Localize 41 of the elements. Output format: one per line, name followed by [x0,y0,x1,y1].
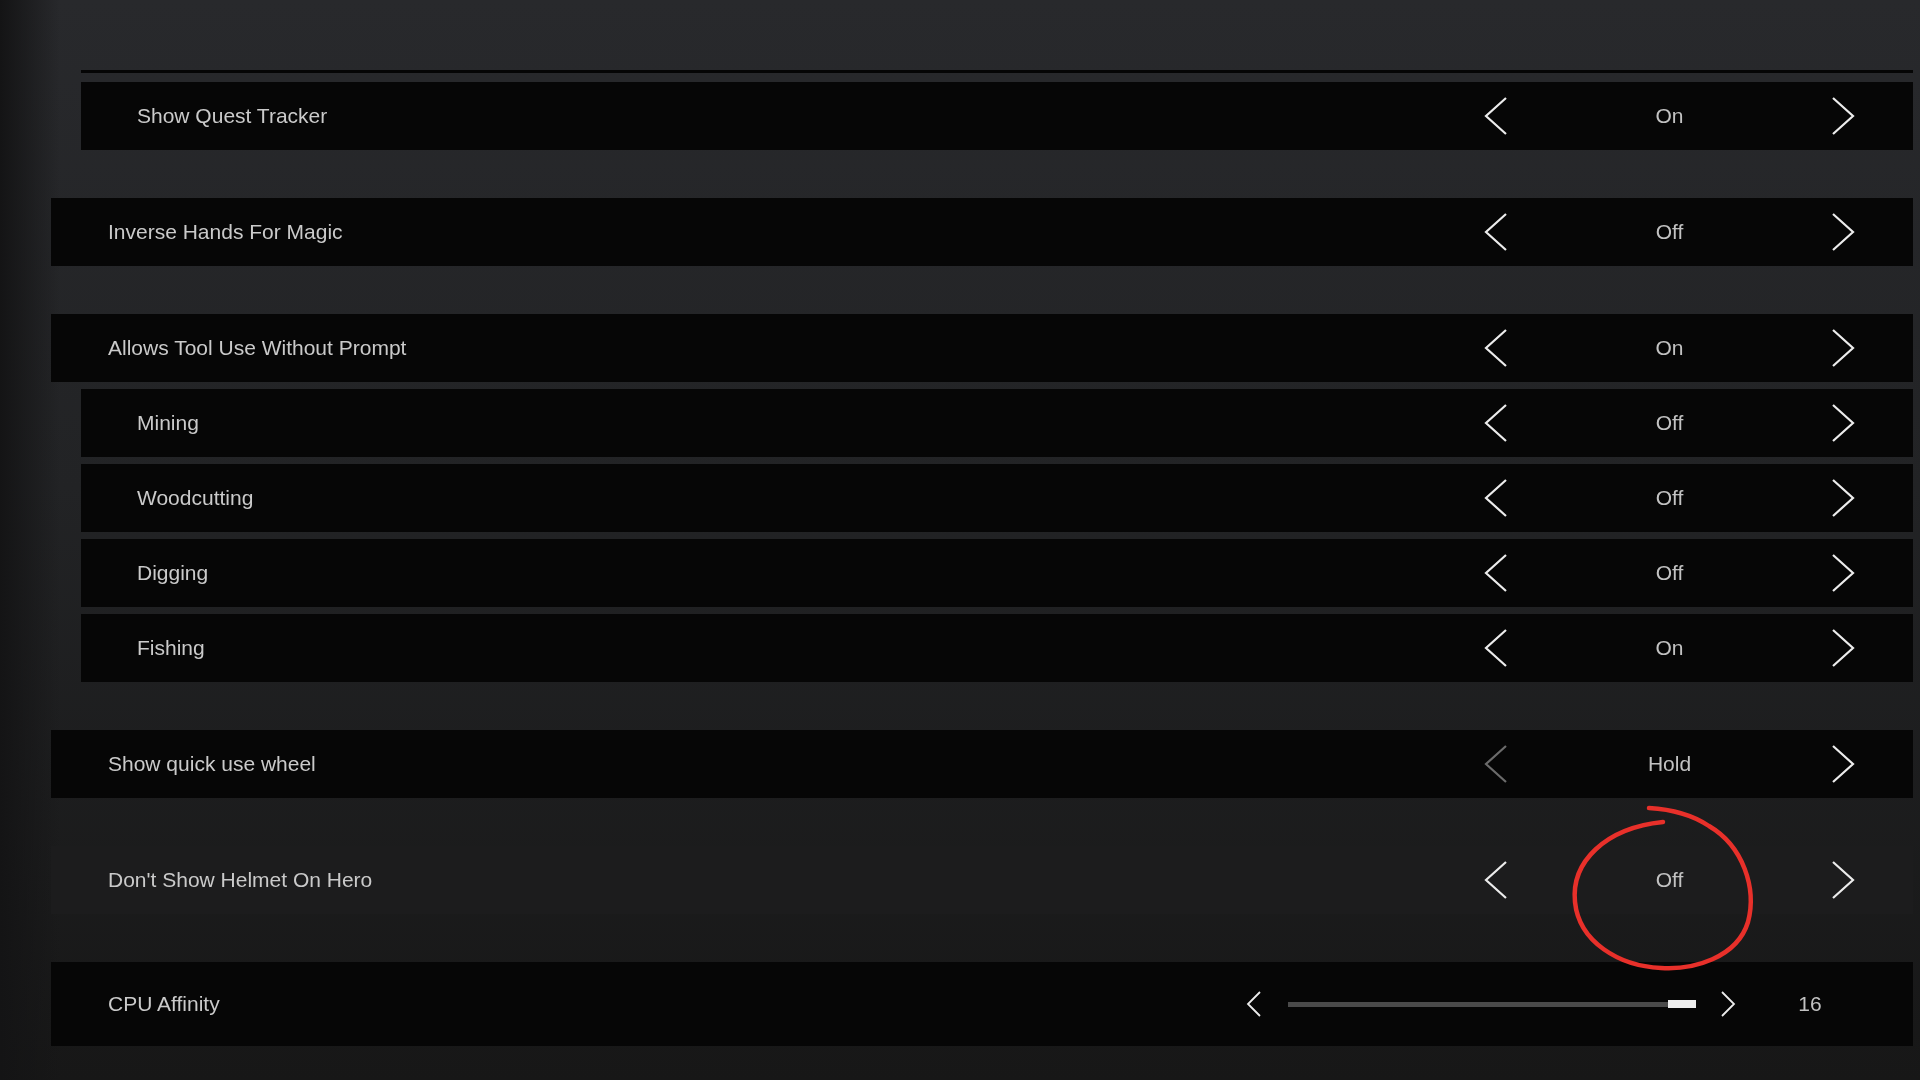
setting-row[interactable]: Woodcutting Off [81,464,1913,532]
setting-value: Hold [1647,751,1692,778]
setting-row[interactable]: Fishing On [81,614,1913,682]
setting-label: Show Quest Tracker [137,103,329,130]
chevron-right-icon[interactable] [1831,629,1855,667]
setting-row[interactable]: Show Quest Tracker On [81,82,1913,150]
setting-value: On [1655,335,1684,362]
setting-label: Allows Tool Use Without Prompt [108,335,408,362]
setting-row[interactable]: Mining Off [81,389,1913,457]
setting-value: Off [1655,219,1684,246]
chevron-right-icon[interactable] [1831,97,1855,135]
setting-value: Off [1655,867,1684,894]
chevron-right-icon[interactable] [1831,745,1855,783]
setting-label: Woodcutting [137,485,255,512]
slider-track[interactable] [1288,1001,1696,1007]
setting-row[interactable]: Inverse Hands For Magic Off [51,198,1913,266]
chevron-right-icon[interactable] [1831,861,1855,899]
setting-value: 16 [1798,991,1822,1018]
setting-value: Off [1655,485,1684,512]
chevron-right-icon[interactable] [1831,554,1855,592]
setting-label: Fishing [137,635,206,662]
setting-row[interactable]: CPU Affinity 16 [51,962,1913,1046]
setting-label: CPU Affinity [108,991,221,1018]
setting-label: Mining [137,410,200,437]
chevron-right-icon[interactable] [1831,404,1855,442]
setting-value: Off [1655,560,1684,587]
chevron-right-icon[interactable] [1831,479,1855,517]
chevron-right-icon[interactable] [1831,213,1855,251]
setting-label: Don't Show Helmet On Hero [108,867,374,894]
setting-label: Digging [137,560,210,587]
setting-row[interactable]: Show quick use wheel Hold [51,730,1913,798]
slider-thumb[interactable] [1668,1000,1696,1008]
chevron-right-icon[interactable] [1720,991,1736,1017]
chevron-right-icon[interactable] [1831,329,1855,367]
setting-row[interactable]: Digging Off [81,539,1913,607]
setting-label: Show quick use wheel [108,751,317,778]
setting-value: On [1655,103,1684,130]
setting-label: Inverse Hands For Magic [108,219,344,246]
setting-row[interactable]: Allows Tool Use Without Prompt On [51,314,1913,382]
setting-value: Off [1655,410,1684,437]
setting-value: On [1655,635,1684,662]
